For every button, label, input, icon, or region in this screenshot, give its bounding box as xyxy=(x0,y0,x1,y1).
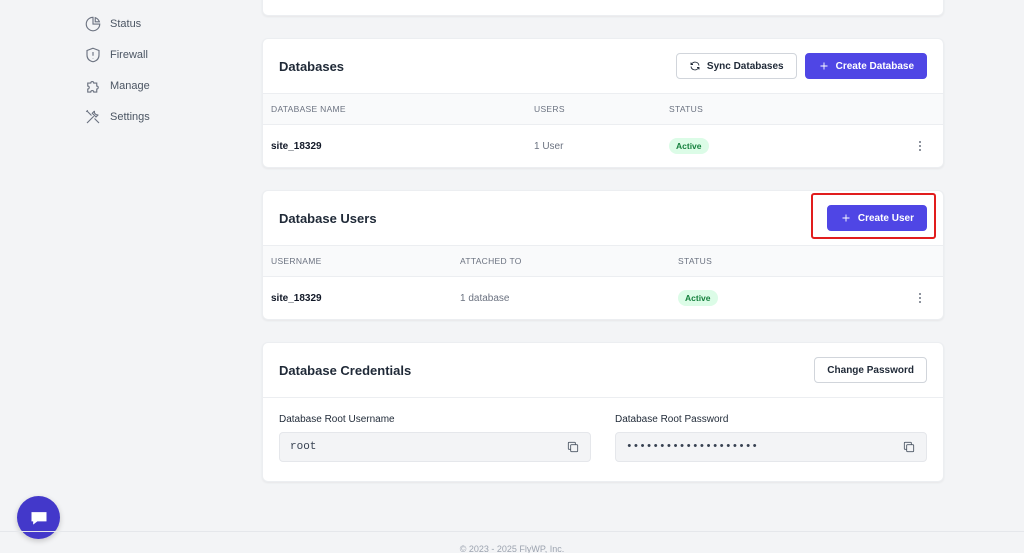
copyright-text: © 2023 - 2025 FlyWP, Inc. xyxy=(459,544,565,553)
database-users-header: Database Users Create User xyxy=(263,191,943,245)
database-users-table-header: USERNAME ATTACHED TO STATUS xyxy=(263,245,943,277)
copy-icon[interactable] xyxy=(566,440,580,454)
row-menu-icon[interactable] xyxy=(913,291,927,305)
column-header: ATTACHED TO xyxy=(460,256,522,266)
footer: © 2023 - 2025 FlyWP, Inc. xyxy=(0,531,1024,553)
pie-chart-icon xyxy=(85,16,101,32)
root-username-field: Database Root Username root xyxy=(279,414,591,462)
sync-databases-button[interactable]: Sync Databases xyxy=(675,53,797,79)
database-users: 1 User xyxy=(534,140,564,152)
create-database-label: Create Database xyxy=(835,60,914,72)
root-password-value: •••••••••••••••••••• xyxy=(626,441,759,453)
sidebar-item-label: Settings xyxy=(110,111,150,123)
root-username-value: root xyxy=(290,441,317,453)
refresh-icon xyxy=(690,61,700,71)
table-row[interactable]: site_18329 1 database Active xyxy=(263,277,943,319)
database-name: site_18329 xyxy=(271,140,322,152)
username: site_18329 xyxy=(271,292,322,304)
databases-card: Databases Sync Databases Create Database… xyxy=(262,38,944,168)
root-password-input[interactable]: •••••••••••••••••••• xyxy=(615,432,927,462)
sidebar-item-status[interactable]: Status xyxy=(84,14,141,34)
puzzle-icon xyxy=(87,81,99,93)
database-credentials-card: Database Credentials Change Password Dat… xyxy=(262,342,944,482)
plus-icon xyxy=(820,62,828,70)
create-database-button[interactable]: Create Database xyxy=(804,53,927,79)
create-user-label: Create User xyxy=(857,212,914,224)
column-header: STATUS xyxy=(669,104,704,114)
database-users-title: Database Users xyxy=(279,210,377,226)
root-username-label: Database Root Username xyxy=(279,414,395,425)
column-header: DATABASE NAME xyxy=(271,104,346,114)
column-header: STATUS xyxy=(678,256,713,266)
root-username-input[interactable]: root xyxy=(279,432,591,462)
sidebar-item-label: Status xyxy=(110,18,142,30)
tools-icon xyxy=(85,109,100,124)
attached-to: 1 database xyxy=(460,292,510,304)
sidebar-item-manage[interactable]: Manage xyxy=(84,76,150,96)
shield-icon xyxy=(86,47,100,63)
status-badge: Active xyxy=(678,290,718,306)
plus-icon xyxy=(842,214,850,222)
change-password-button[interactable]: Change Password xyxy=(814,357,927,383)
sidebar-item-settings[interactable]: Settings xyxy=(84,107,150,127)
credentials-header: Database Credentials Change Password xyxy=(263,343,943,397)
database-users-card: Database Users Create User USERNAME ATTA… xyxy=(262,190,944,320)
credentials-title: Database Credentials xyxy=(279,362,412,378)
create-user-button[interactable]: Create User xyxy=(826,205,927,231)
sync-databases-label: Sync Databases xyxy=(706,60,784,72)
change-password-label: Change Password xyxy=(827,364,914,376)
table-row[interactable]: site_18329 1 User Active xyxy=(263,125,943,167)
sidebar-item-label: Manage xyxy=(110,80,150,92)
previous-card xyxy=(262,0,944,16)
column-header: USERS xyxy=(534,104,565,114)
databases-table-header: DATABASE NAME USERS STATUS xyxy=(263,93,943,125)
copy-icon[interactable] xyxy=(902,440,916,454)
databases-title: Databases xyxy=(279,58,345,74)
root-password-label: Database Root Password xyxy=(615,414,729,425)
sidebar-item-label: Firewall xyxy=(110,49,148,61)
row-menu-icon[interactable] xyxy=(913,139,927,153)
databases-header: Databases Sync Databases Create Database xyxy=(263,39,943,93)
root-password-field: Database Root Password •••••••••••••••••… xyxy=(615,414,927,462)
column-header: USERNAME xyxy=(271,256,322,266)
chat-icon xyxy=(31,511,46,525)
status-badge: Active xyxy=(669,138,709,154)
credentials-body: Database Root Username root Database Roo… xyxy=(263,397,943,478)
sidebar-item-firewall[interactable]: Firewall xyxy=(84,45,148,65)
